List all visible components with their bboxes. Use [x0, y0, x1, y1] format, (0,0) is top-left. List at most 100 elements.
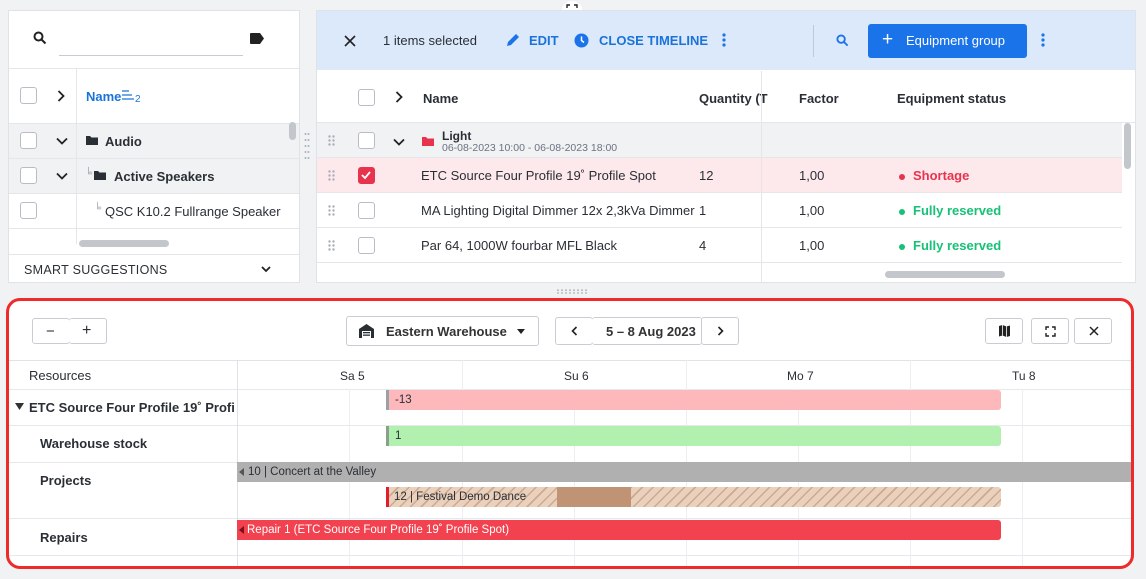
chevron-down-icon[interactable] — [261, 266, 271, 273]
status-badge: Shortage — [899, 168, 969, 183]
resource-warehouse-stock: Warehouse stock — [40, 436, 148, 451]
row-quantity: 1 — [699, 203, 707, 218]
drag-handle-icon[interactable] — [328, 170, 335, 181]
tree-row-active-speakers[interactable]: ╘ Active Speakers — [9, 159, 299, 194]
row-quantity: 12 — [699, 168, 714, 183]
pencil-icon — [505, 33, 520, 48]
edit-button[interactable]: EDIT — [505, 31, 563, 51]
plus-icon: + — [882, 29, 894, 50]
vertical-scrollbar[interactable] — [289, 122, 296, 140]
zoom-out-button[interactable]: − — [32, 318, 70, 344]
name-column-header[interactable]: Name — [86, 89, 121, 104]
zoom-in-button[interactable]: + — [69, 318, 107, 344]
table-row[interactable]: ETC Source Four Profile 19˚ Profile Spot… — [317, 158, 1122, 193]
chevron-left-icon — [571, 326, 578, 336]
column-header-factor[interactable]: Factor — [799, 91, 839, 106]
status-dot — [899, 208, 905, 215]
fullscreen-icon — [1045, 326, 1056, 337]
equipment-table-panel: 1 items selected EDIT CLOSE TIMELINE + E… — [316, 10, 1136, 283]
shortage-bar[interactable]: -13 — [386, 390, 1001, 410]
horizontal-scrollbar[interactable] — [79, 240, 169, 247]
close-planner-button[interactable] — [1074, 318, 1112, 344]
resource-planner: − + Eastern Warehouse 5 – 8 Aug 2023 Res… — [6, 298, 1134, 569]
column-header-name[interactable]: Name — [423, 91, 458, 106]
repair-bar[interactable]: Repair 1 (ETC Source Four Profile 19˚ Pr… — [237, 520, 1001, 540]
map-button[interactable] — [985, 318, 1023, 344]
row-checkbox[interactable] — [20, 202, 37, 219]
add-equipment-group-button[interactable]: + Equipment group — [868, 24, 1027, 58]
project-bar-festival[interactable]: 12 | Festival Demo Dance — [386, 487, 1001, 507]
tag-icon[interactable] — [249, 32, 265, 45]
expand-all-icon[interactable] — [57, 90, 65, 102]
warehouse-select[interactable]: Eastern Warehouse — [346, 316, 539, 346]
row-checkbox-checked[interactable] — [358, 167, 375, 184]
column-header-quantity[interactable]: Quantity (T — [699, 91, 768, 106]
day-label: Su 6 — [564, 369, 589, 383]
chevron-right-icon — [717, 326, 724, 336]
sort-icon[interactable] — [122, 90, 134, 100]
row-checkbox[interactable] — [20, 132, 37, 149]
next-range-button[interactable] — [701, 317, 739, 345]
drag-handle-icon[interactable] — [328, 135, 335, 146]
tree-row-qsc-speaker[interactable]: ╘ QSC K10.2 Fullrange Speaker — [9, 194, 299, 229]
close-icon — [1089, 326, 1099, 336]
fullscreen-button[interactable] — [1031, 318, 1069, 344]
close-timeline-button[interactable]: CLOSE TIMELINE — [574, 31, 708, 51]
search-icon[interactable] — [836, 34, 849, 47]
prev-range-button[interactable] — [555, 317, 593, 345]
edit-label: EDIT — [529, 33, 559, 48]
status-badge: Fully reserved — [899, 203, 1001, 218]
arrow-left-icon — [239, 526, 244, 534]
project-bar-concert[interactable]: 10 | Concert at the Valley — [237, 462, 1131, 482]
group-row-light[interactable]: Light 06-08-2023 10:00 - 06-08-2023 18:0… — [317, 123, 1122, 158]
day-label: Mo 7 — [787, 369, 814, 383]
smart-suggestions-header[interactable]: SMART SUGGESTIONS — [24, 263, 168, 277]
row-name: Par 64, 1000W fourbar MFL Black — [421, 238, 618, 253]
folder-icon — [94, 170, 106, 180]
row-checkbox[interactable] — [358, 202, 375, 219]
row-quantity: 4 — [699, 238, 707, 253]
row-checkbox[interactable] — [20, 167, 37, 184]
select-all-checkbox[interactable] — [20, 87, 37, 104]
chevron-down-icon[interactable] — [393, 138, 405, 146]
date-range-display[interactable]: 5 – 8 Aug 2023 — [592, 317, 702, 345]
resource-projects: Projects — [40, 473, 92, 488]
close-icon[interactable] — [344, 35, 356, 47]
selection-toolbar: 1 items selected EDIT CLOSE TIMELINE + E… — [317, 11, 1135, 70]
more-vert-icon[interactable] — [722, 33, 726, 47]
collapse-triangle-icon[interactable] — [15, 402, 24, 411]
row-checkbox[interactable] — [358, 237, 375, 254]
tree-header: Name 2 — [9, 69, 299, 124]
group-dates: 06-08-2023 10:00 - 06-08-2023 18:00 — [442, 142, 618, 154]
tree-row-audio[interactable]: Audio — [9, 124, 299, 159]
row-checkbox[interactable] — [358, 132, 375, 149]
folder-icon — [422, 136, 434, 146]
search-icon[interactable] — [33, 31, 47, 45]
day-label: Sa 5 — [340, 369, 365, 383]
horizontal-scrollbar[interactable] — [885, 271, 1005, 278]
select-all-checkbox[interactable] — [358, 89, 375, 106]
more-vert-icon[interactable] — [1041, 33, 1045, 47]
resources-header: Resources — [29, 368, 92, 383]
equipment-tree-panel: Name 2 Audio ╘ Active Speakers ╘ QSC K10… — [8, 10, 300, 283]
resource-item-label: ETC Source Four Profile 19˚ Profile Spot — [29, 400, 235, 415]
caret-down-icon — [517, 329, 525, 334]
expand-all-icon[interactable] — [395, 91, 403, 103]
check-icon — [361, 171, 371, 180]
panel-splitter-handle[interactable] — [304, 132, 310, 162]
arrow-left-icon — [239, 468, 244, 476]
drag-handle-icon[interactable] — [328, 205, 335, 216]
search-input[interactable] — [59, 55, 243, 56]
clock-icon — [574, 33, 589, 48]
vertical-scrollbar[interactable] — [1124, 123, 1131, 169]
drag-handle-icon[interactable] — [328, 240, 335, 251]
table-row[interactable]: Par 64, 1000W fourbar MFL Black 4 1,00 F… — [317, 228, 1122, 263]
map-icon — [999, 325, 1010, 337]
timeline-splitter-handle[interactable] — [556, 289, 588, 294]
chevron-down-icon[interactable] — [56, 172, 68, 180]
chevron-down-icon[interactable] — [56, 137, 68, 145]
row-factor: 1,00 — [799, 168, 825, 183]
stock-bar[interactable]: 1 — [386, 426, 1001, 446]
table-row[interactable]: MA Lighting Digital Dimmer 12x 2,3kVa Di… — [317, 193, 1122, 228]
column-header-status[interactable]: Equipment status — [897, 91, 1006, 106]
